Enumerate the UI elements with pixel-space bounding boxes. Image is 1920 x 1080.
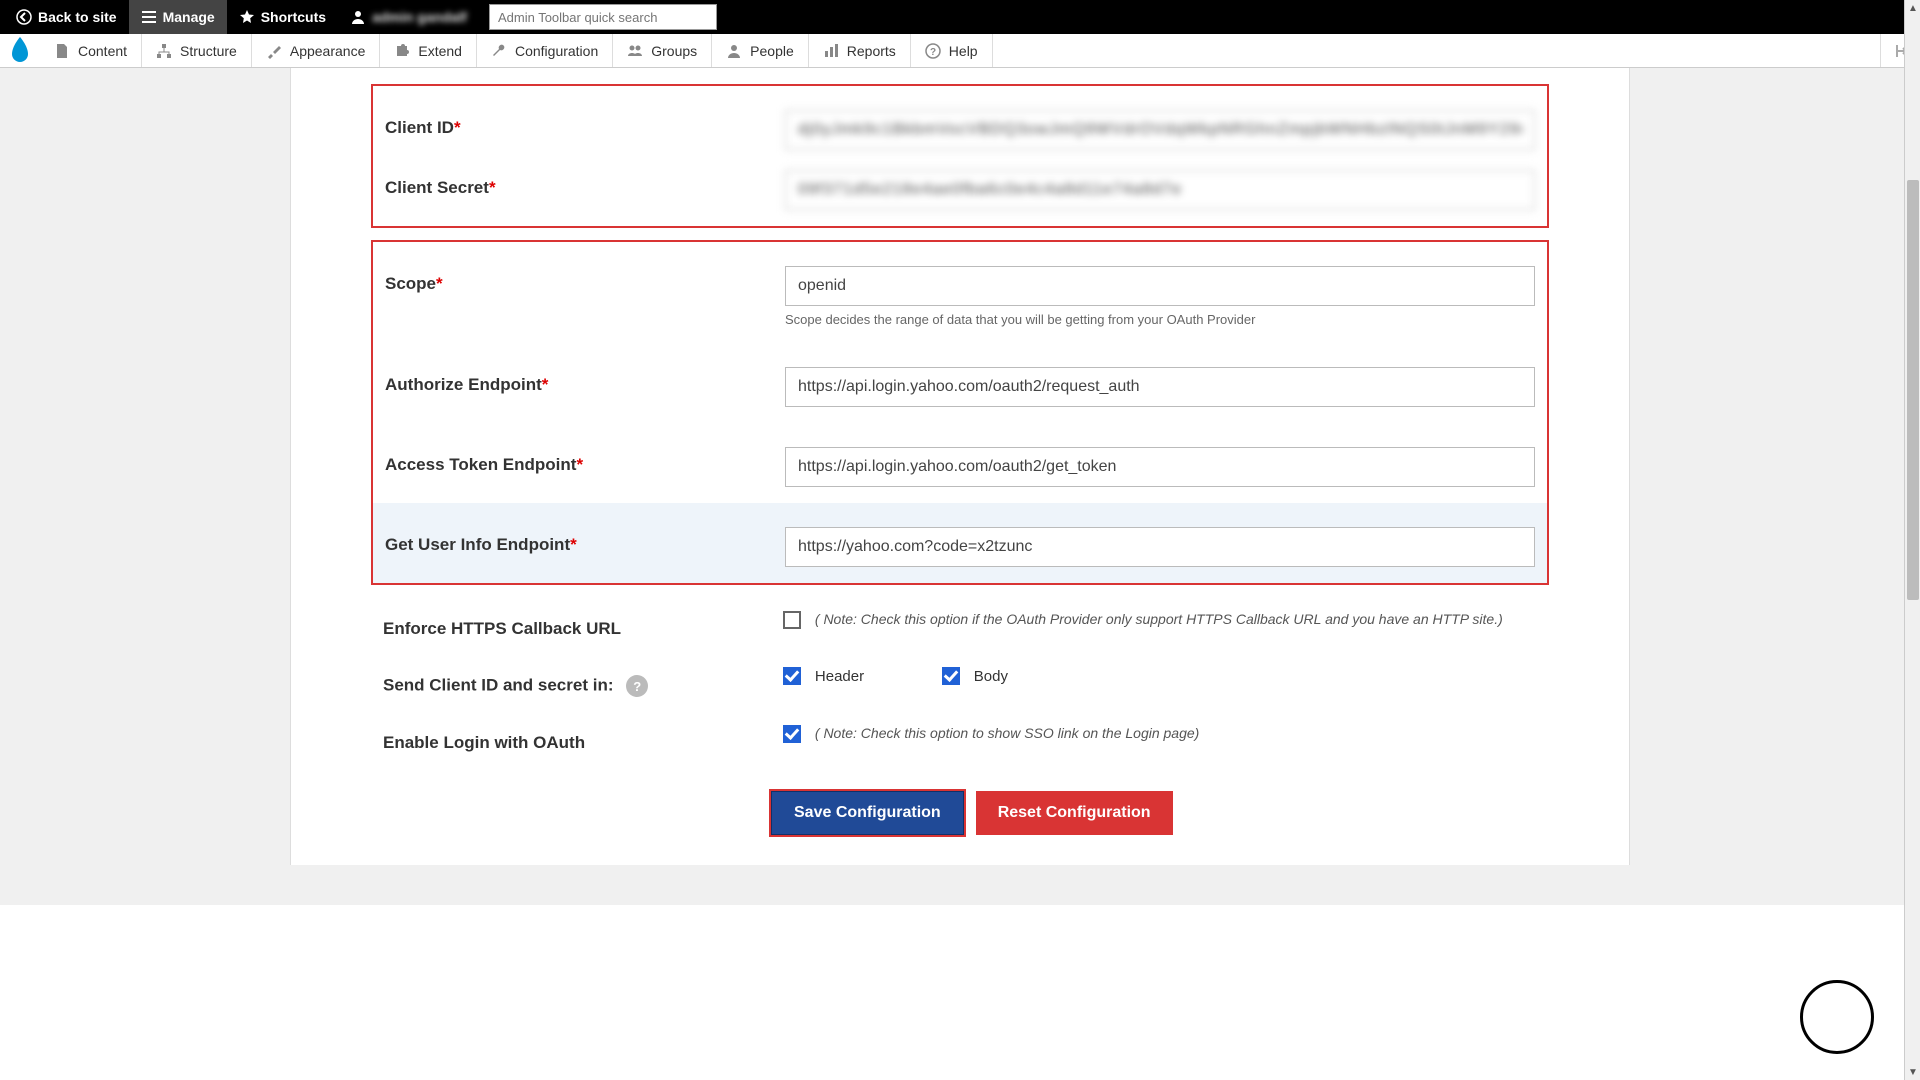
tree-icon <box>156 43 172 59</box>
menu-content-label: Content <box>78 43 127 59</box>
floating-action-button[interactable] <box>1800 980 1874 1054</box>
enforce-https-label: Enforce HTTPS Callback URL <box>383 611 783 639</box>
menu-people[interactable]: People <box>712 34 809 67</box>
admin-search-wrap <box>489 4 717 30</box>
menu-structure[interactable]: Structure <box>142 34 252 67</box>
file-icon <box>54 43 70 59</box>
menu-content[interactable]: Content <box>40 34 142 67</box>
back-to-site-link[interactable]: Back to site <box>4 0 129 34</box>
menu-extend[interactable]: Extend <box>380 34 477 67</box>
shortcuts-label: Shortcuts <box>261 9 326 25</box>
client-id-label: Client ID* <box>385 110 785 150</box>
save-configuration-button[interactable]: Save Configuration <box>771 791 964 835</box>
reset-configuration-button[interactable]: Reset Configuration <box>976 791 1173 835</box>
puzzle-icon <box>394 43 410 59</box>
info-icon[interactable]: ? <box>626 675 648 697</box>
endpoints-box: Scope* Scope decides the range of data t… <box>371 240 1549 585</box>
menu-groups-label: Groups <box>651 43 697 59</box>
userinfo-label: Get User Info Endpoint* <box>385 527 785 567</box>
hamburger-icon <box>141 9 157 25</box>
token-label: Access Token Endpoint* <box>385 447 785 487</box>
userinfo-input[interactable] <box>785 527 1535 567</box>
star-icon <box>239 9 255 25</box>
manage-label: Manage <box>163 9 215 25</box>
back-arrow-icon <box>16 9 32 25</box>
menu-configuration-label: Configuration <box>515 43 598 59</box>
help-icon: ? <box>925 43 941 59</box>
drupal-logo[interactable] <box>0 34 40 67</box>
bar-chart-icon <box>823 43 839 59</box>
manage-toggle[interactable]: Manage <box>129 0 227 34</box>
menu-extend-label: Extend <box>418 43 462 59</box>
authorize-input[interactable] <box>785 367 1535 407</box>
user-menu[interactable]: admin gandalf <box>338 0 479 34</box>
sendin-body-label: Body <box>974 668 1008 685</box>
enforce-https-note: ( Note: Check this option if the OAuth P… <box>815 611 1503 627</box>
menu-groups[interactable]: Groups <box>613 34 712 67</box>
menu-appearance[interactable]: Appearance <box>252 34 381 67</box>
authorize-label: Authorize Endpoint* <box>385 367 785 407</box>
sendin-header-checkbox[interactable] <box>783 667 801 685</box>
menu-help[interactable]: ? Help <box>911 34 993 67</box>
scope-input[interactable] <box>785 266 1535 306</box>
menu-reports-label: Reports <box>847 43 896 59</box>
wrench-icon <box>491 43 507 59</box>
groups-icon <box>627 43 643 59</box>
client-secret-input[interactable] <box>785 170 1535 210</box>
brush-icon <box>266 43 282 59</box>
scope-label: Scope* <box>385 266 785 327</box>
token-input[interactable] <box>785 447 1535 487</box>
sendin-body-checkbox[interactable] <box>942 667 960 685</box>
admin-search-input[interactable] <box>489 4 717 30</box>
client-secret-label: Client Secret* <box>385 170 785 210</box>
sendin-header-label: Header <box>815 668 864 685</box>
scroll-thumb[interactable] <box>1907 180 1919 600</box>
user-name-label: admin gandalf <box>372 9 467 25</box>
back-to-site-label: Back to site <box>38 9 117 25</box>
scroll-down-icon[interactable]: ▼ <box>1905 1064 1920 1080</box>
menu-people-label: People <box>750 43 794 59</box>
shortcuts-link[interactable]: Shortcuts <box>227 0 338 34</box>
vertical-scrollbar[interactable]: ▲ ▼ <box>1904 0 1920 1080</box>
form-actions: Save Configuration Reset Configuration <box>371 791 1549 835</box>
client-id-input[interactable] <box>785 110 1535 150</box>
menu-appearance-label: Appearance <box>290 43 366 59</box>
admin-menu-bar: Content Structure Appearance Extend Conf… <box>0 34 1920 68</box>
menu-reports[interactable]: Reports <box>809 34 911 67</box>
svg-text:?: ? <box>930 47 936 58</box>
scope-hint: Scope decides the range of data that you… <box>785 312 1535 327</box>
menu-structure-label: Structure <box>180 43 237 59</box>
admin-topbar: Back to site Manage Shortcuts admin gand… <box>0 0 1920 34</box>
scroll-up-icon[interactable]: ▲ <box>1905 0 1920 16</box>
enable-oauth-note: ( Note: Check this option to show SSO li… <box>815 725 1199 741</box>
enable-oauth-checkbox[interactable] <box>783 725 801 743</box>
people-icon <box>726 43 742 59</box>
client-credentials-box: Client ID* Client Secret* <box>371 84 1549 228</box>
menu-help-label: Help <box>949 43 978 59</box>
sendin-label: Send Client ID and secret in: ? <box>383 667 783 697</box>
enforce-https-checkbox[interactable] <box>783 611 801 629</box>
menu-configuration[interactable]: Configuration <box>477 34 613 67</box>
user-icon <box>350 9 366 25</box>
enable-oauth-label: Enable Login with OAuth <box>383 725 783 753</box>
